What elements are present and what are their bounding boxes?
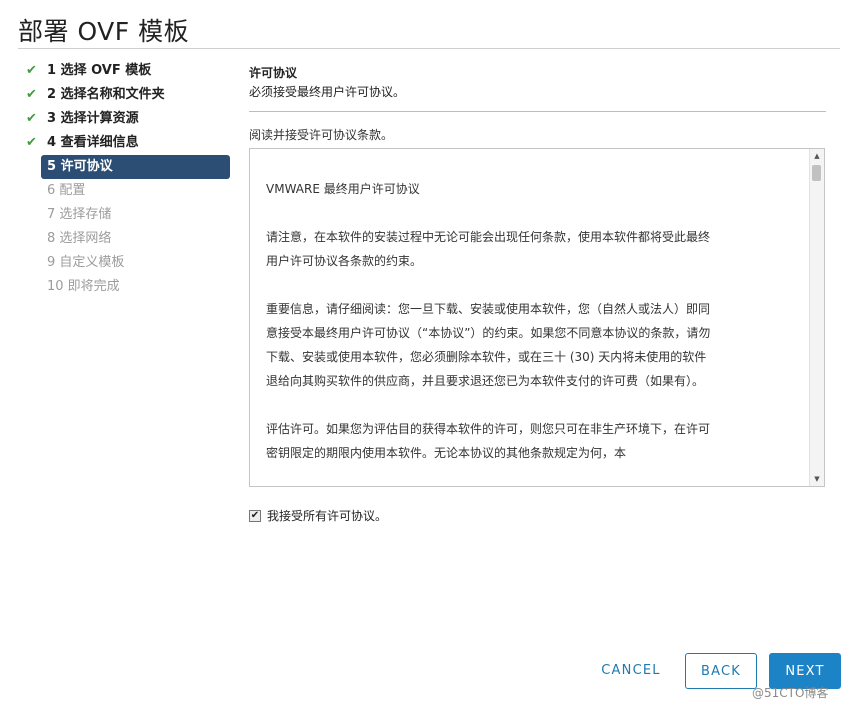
step-label: 7 选择存储	[47, 207, 112, 222]
step-3[interactable]: ✔ 3 选择计算资源	[24, 107, 230, 131]
scroll-up-arrow-icon[interactable]: ▲	[810, 149, 824, 163]
check-icon: ✔	[26, 111, 37, 126]
eula-paragraph: 评估许可。如果您为评估目的获得本软件的许可，则您只可在非生产环境下，在许可密钥限…	[266, 422, 711, 460]
eula-textbox[interactable]: VMWARE 最终用户许可协议 请注意，在本软件的安装过程中无论可能会出现任何条…	[249, 148, 825, 487]
step-2[interactable]: ✔ 2 选择名称和文件夹	[24, 83, 230, 107]
back-button[interactable]: BACK	[685, 653, 757, 689]
accept-eula[interactable]: ✔ 我接受所有许可协议。	[249, 507, 387, 524]
section-title: 许可协议	[249, 66, 298, 80]
eula-paragraph: 重要信息，请仔细阅读：您一旦下载、安装或使用本软件，您（自然人或法人）即同意接受…	[266, 302, 711, 388]
section-divider	[249, 111, 826, 112]
title-divider	[18, 48, 840, 49]
step-8: 8 选择网络	[24, 227, 230, 251]
watermark: @51CTO博客	[752, 686, 829, 700]
scroll-down-arrow-icon[interactable]: ▼	[810, 472, 824, 486]
read-instruction: 阅读并接受许可协议条款。	[249, 128, 394, 142]
step-label: 10 即将完成	[47, 279, 120, 294]
wizard-title: 部署 OVF 模板	[18, 17, 190, 46]
step-label: 1 选择 OVF 模板	[47, 63, 152, 78]
check-icon: ✔	[26, 87, 37, 102]
check-icon: ✔	[26, 135, 37, 150]
step-4[interactable]: ✔ 4 查看详细信息	[24, 131, 230, 155]
step-label: 4 查看详细信息	[47, 135, 139, 150]
eula-paragraph: VMWARE 最终用户许可协议	[266, 182, 420, 196]
wizard-steps: ✔ 1 选择 OVF 模板 ✔ 2 选择名称和文件夹 ✔ 3 选择计算资源 ✔ …	[24, 59, 230, 299]
eula-scrollbar[interactable]: ▲ ▼	[809, 149, 824, 486]
step-5-active[interactable]: 5 许可协议	[41, 155, 230, 179]
step-label: 8 选择网络	[47, 231, 112, 246]
step-label: 5 许可协议	[47, 159, 113, 174]
section-header: 许可协议 必须接受最终用户许可协议。	[249, 64, 826, 102]
step-6: 6 配置	[24, 179, 230, 203]
step-10: 10 即将完成	[24, 275, 230, 299]
step-label: 2 选择名称和文件夹	[47, 87, 165, 102]
step-label: 9 自定义模板	[47, 255, 125, 270]
step-label: 3 选择计算资源	[47, 111, 139, 126]
step-7: 7 选择存储	[24, 203, 230, 227]
eula-paragraph: 请注意，在本软件的安装过程中无论可能会出现任何条款，使用本软件都将受此最终用户许…	[266, 230, 711, 268]
cancel-button[interactable]: CANCEL	[595, 653, 667, 689]
scroll-thumb[interactable]	[812, 165, 821, 181]
section-subtitle: 必须接受最终用户许可协议。	[249, 85, 406, 99]
step-1[interactable]: ✔ 1 选择 OVF 模板	[24, 59, 230, 83]
step-9: 9 自定义模板	[24, 251, 230, 275]
step-label: 6 配置	[47, 183, 86, 198]
check-icon: ✔	[26, 63, 37, 78]
eula-content: VMWARE 最终用户许可协议 请注意，在本软件的安装过程中无论可能会出现任何条…	[266, 177, 716, 486]
accept-label: 我接受所有许可协议。	[267, 509, 388, 523]
accept-checkbox[interactable]: ✔	[249, 509, 261, 522]
